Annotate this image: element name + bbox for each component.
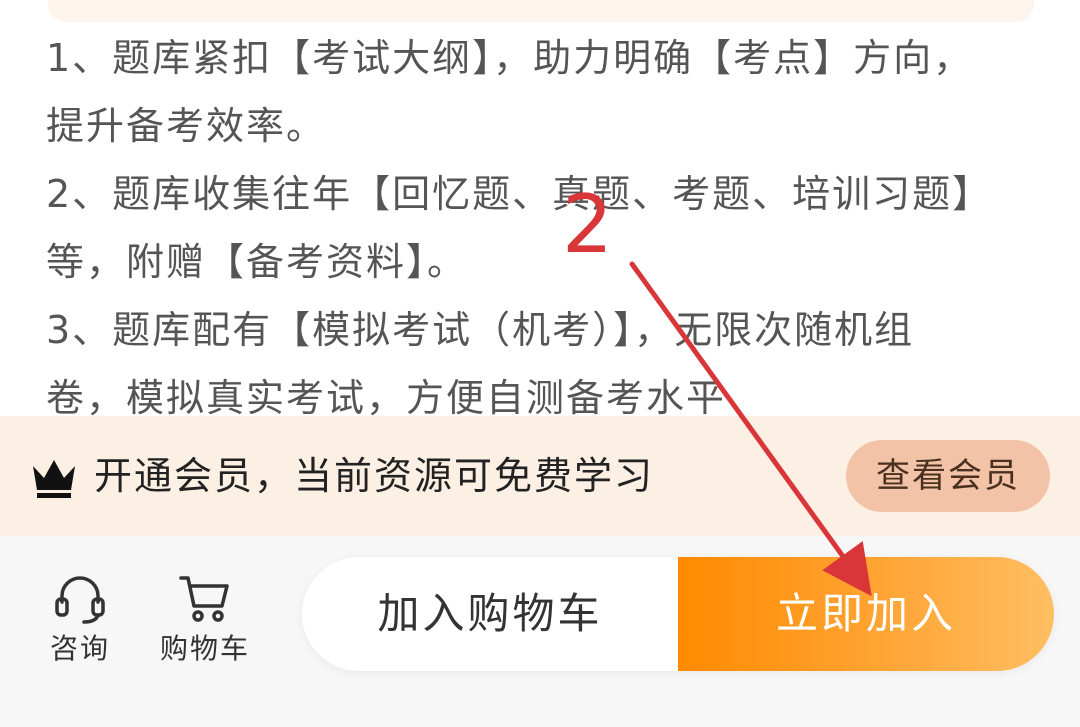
- description-line: 等，附赠【备考资料】。: [46, 240, 468, 284]
- consult-label: 咨询: [49, 632, 110, 665]
- description-line: 2、题库收集往年【回忆题、真题、考题、培训习题】: [46, 172, 993, 216]
- cart-label: 购物车: [159, 632, 250, 665]
- add-to-cart-button[interactable]: 加入购物车: [302, 557, 678, 671]
- view-membership-button[interactable]: 查看会员: [846, 440, 1050, 512]
- description-line: 1、题库紧扣【考试大纲】，助力明确【考点】方向，: [46, 36, 974, 80]
- cart-button[interactable]: 购物车: [150, 570, 260, 666]
- top-card-edge: [48, 0, 1034, 22]
- crown-icon: [33, 460, 75, 498]
- membership-text: 开通会员，当前资源可免费学习: [94, 454, 655, 498]
- annotation-step-number: 2: [562, 178, 613, 271]
- consult-button[interactable]: 咨询: [25, 570, 135, 666]
- join-now-button[interactable]: 立即加入: [678, 557, 1054, 671]
- description-line: 3、题库配有【模拟考试（机考）】，无限次随机组: [46, 308, 915, 352]
- headset-icon: [55, 576, 105, 624]
- purchase-button-group: 加入购物车 立即加入: [302, 557, 1054, 671]
- description-line: 提升备考效率。: [46, 104, 327, 148]
- product-description: 1、题库紧扣【考试大纲】，助力明确【考点】方向， 提升备考效率。 2、题库收集往…: [46, 24, 1046, 432]
- cart-icon: [179, 576, 229, 622]
